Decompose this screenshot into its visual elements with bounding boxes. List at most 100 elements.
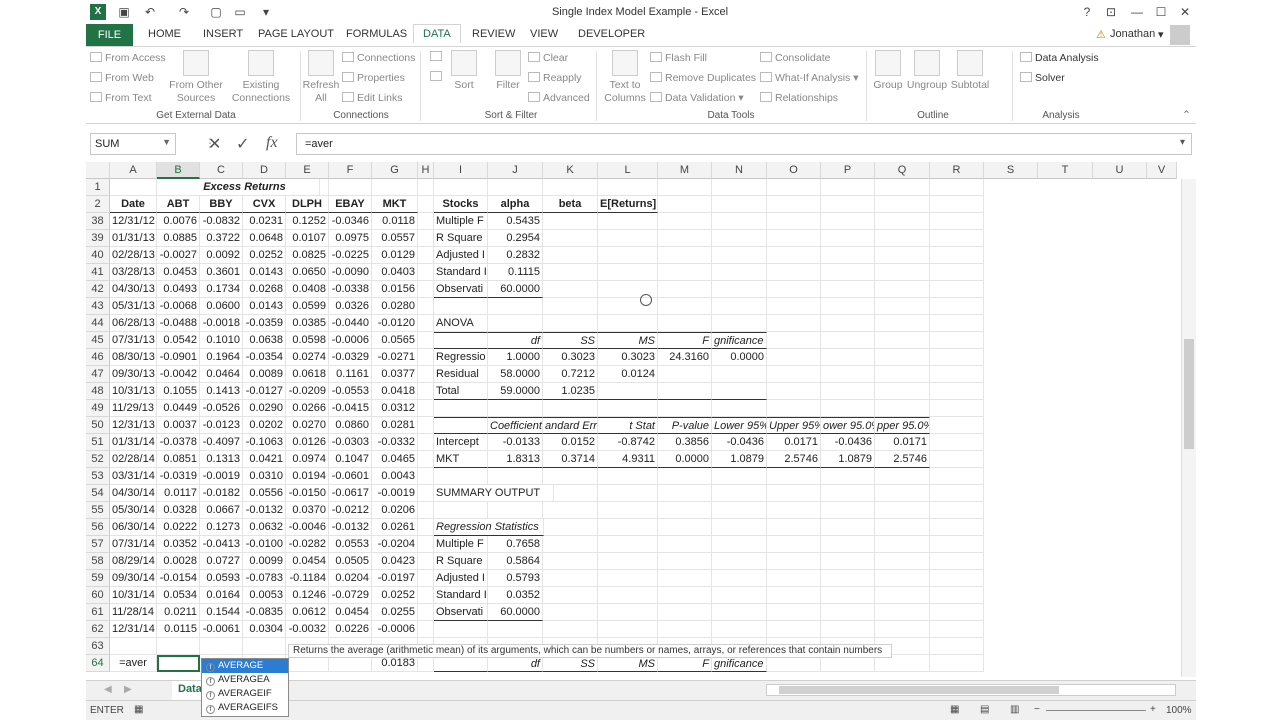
table-cell[interactable]: 0.0202 (243, 417, 286, 434)
table-cell[interactable] (658, 536, 712, 553)
table-cell[interactable] (767, 604, 821, 621)
connections-button[interactable]: Connections (342, 52, 415, 64)
table-cell[interactable] (658, 213, 712, 230)
table-cell[interactable]: 0.3714 (543, 451, 598, 468)
row-header[interactable]: 52 (86, 451, 110, 468)
table-cell[interactable] (930, 434, 984, 451)
table-cell[interactable] (930, 230, 984, 247)
row-header[interactable]: 39 (86, 230, 110, 247)
row-header[interactable]: 43 (86, 298, 110, 315)
table-cell[interactable]: 0.0171 (767, 434, 821, 451)
table-cell[interactable]: SUMMARY OUTPUT (434, 485, 554, 502)
table-cell[interactable] (418, 502, 434, 519)
table-cell[interactable]: 0.0268 (243, 281, 286, 298)
table-cell[interactable]: 2.5746 (875, 451, 930, 468)
data-analysis-button[interactable]: Data Analysis (1020, 52, 1099, 64)
table-cell[interactable]: -0.0526 (200, 400, 243, 417)
table-cell[interactable]: 0.0449 (157, 400, 200, 417)
table-cell[interactable] (875, 485, 930, 502)
from-web-button[interactable]: From Web (90, 72, 154, 84)
table-cell[interactable]: E[Returns] (598, 196, 658, 213)
row-header[interactable]: 51 (86, 434, 110, 451)
table-cell[interactable]: -0.0154 (157, 570, 200, 587)
table-cell[interactable]: MKT (372, 196, 418, 213)
row-header[interactable]: 41 (86, 264, 110, 281)
table-cell[interactable] (767, 536, 821, 553)
table-cell[interactable]: 0.0885 (157, 230, 200, 247)
table-cell[interactable]: alpha (488, 196, 543, 213)
table-cell[interactable] (821, 179, 875, 196)
macro-record-icon[interactable]: ▦ (134, 704, 143, 715)
table-cell[interactable]: 1.0000 (488, 349, 543, 366)
close-icon[interactable]: ✕ (1176, 4, 1194, 20)
table-cell[interactable]: 0.0553 (329, 536, 372, 553)
table-cell[interactable]: -0.0436 (821, 434, 875, 451)
table-cell[interactable] (488, 179, 543, 196)
table-cell[interactable]: -0.0197 (372, 570, 418, 587)
table-cell[interactable] (712, 570, 767, 587)
table-cell[interactable]: 0.0403 (372, 264, 418, 281)
table-cell[interactable]: 0.0252 (372, 587, 418, 604)
table-cell[interactable] (875, 621, 930, 638)
table-cell[interactable] (875, 298, 930, 315)
table-cell[interactable]: 0.0310 (243, 468, 286, 485)
table-cell[interactable]: 0.0107 (286, 230, 329, 247)
table-cell[interactable] (875, 604, 930, 621)
table-cell[interactable] (821, 502, 875, 519)
table-cell[interactable] (767, 383, 821, 400)
table-cell[interactable]: -0.0120 (372, 315, 418, 332)
table-cell[interactable]: 0.5793 (488, 570, 543, 587)
table-cell[interactable] (543, 247, 598, 264)
table-cell[interactable]: 0.0377 (372, 366, 418, 383)
table-cell[interactable]: 59.0000 (488, 383, 543, 400)
table-cell[interactable]: -0.0006 (329, 332, 372, 349)
table-cell[interactable]: 0.1115 (488, 264, 543, 281)
formula-input[interactable]: =aver (296, 133, 1192, 155)
table-cell[interactable] (658, 400, 712, 417)
table-cell[interactable]: -0.0329 (329, 349, 372, 366)
data-validation-button[interactable]: Data Validation ▾ (650, 92, 744, 104)
table-cell[interactable]: -0.0061 (200, 621, 243, 638)
row-header[interactable]: 58 (86, 553, 110, 570)
table-cell[interactable]: 60.0000 (488, 281, 543, 298)
table-cell[interactable] (767, 400, 821, 417)
table-cell[interactable]: 2.5746 (767, 451, 821, 468)
table-cell[interactable]: Lower 95% (712, 417, 767, 434)
table-cell[interactable]: 0.0290 (243, 400, 286, 417)
table-cell[interactable] (821, 485, 875, 502)
table-cell[interactable]: 02/28/13 (110, 247, 157, 264)
table-cell[interactable]: -0.0832 (200, 213, 243, 230)
table-cell[interactable]: 0.0974 (286, 451, 329, 468)
table-cell[interactable]: -0.0601 (329, 468, 372, 485)
table-cell[interactable] (658, 230, 712, 247)
table-cell[interactable] (821, 247, 875, 264)
table-cell[interactable]: 0.2954 (488, 230, 543, 247)
column-header[interactable]: J (488, 162, 543, 179)
table-cell[interactable]: 0.0043 (372, 468, 418, 485)
table-cell[interactable] (372, 179, 418, 196)
table-cell[interactable] (434, 179, 488, 196)
table-cell[interactable] (930, 349, 984, 366)
table-cell[interactable]: 0.0418 (372, 383, 418, 400)
table-cell[interactable] (930, 298, 984, 315)
table-cell[interactable]: pper 95.0% (875, 417, 930, 434)
table-cell[interactable] (598, 247, 658, 264)
autocomplete-item[interactable]: f AVERAGE (202, 659, 288, 673)
table-cell[interactable] (767, 349, 821, 366)
table-cell[interactable]: Regressio (434, 349, 488, 366)
table-cell[interactable]: 0.0638 (243, 332, 286, 349)
tab-developer[interactable]: DEVELOPER (578, 28, 645, 40)
table-cell[interactable]: -0.0338 (329, 281, 372, 298)
table-cell[interactable] (712, 281, 767, 298)
table-cell[interactable] (821, 621, 875, 638)
column-header[interactable]: A (110, 162, 157, 179)
table-cell[interactable] (543, 519, 598, 536)
tab-file[interactable]: FILE (86, 24, 133, 46)
table-cell[interactable] (930, 553, 984, 570)
table-cell[interactable]: -0.0440 (329, 315, 372, 332)
ungroup-button[interactable]: Ungroup (906, 50, 948, 92)
table-cell[interactable] (418, 587, 434, 604)
table-cell[interactable]: 0.0092 (200, 247, 243, 264)
table-cell[interactable] (767, 502, 821, 519)
table-cell[interactable] (821, 519, 875, 536)
